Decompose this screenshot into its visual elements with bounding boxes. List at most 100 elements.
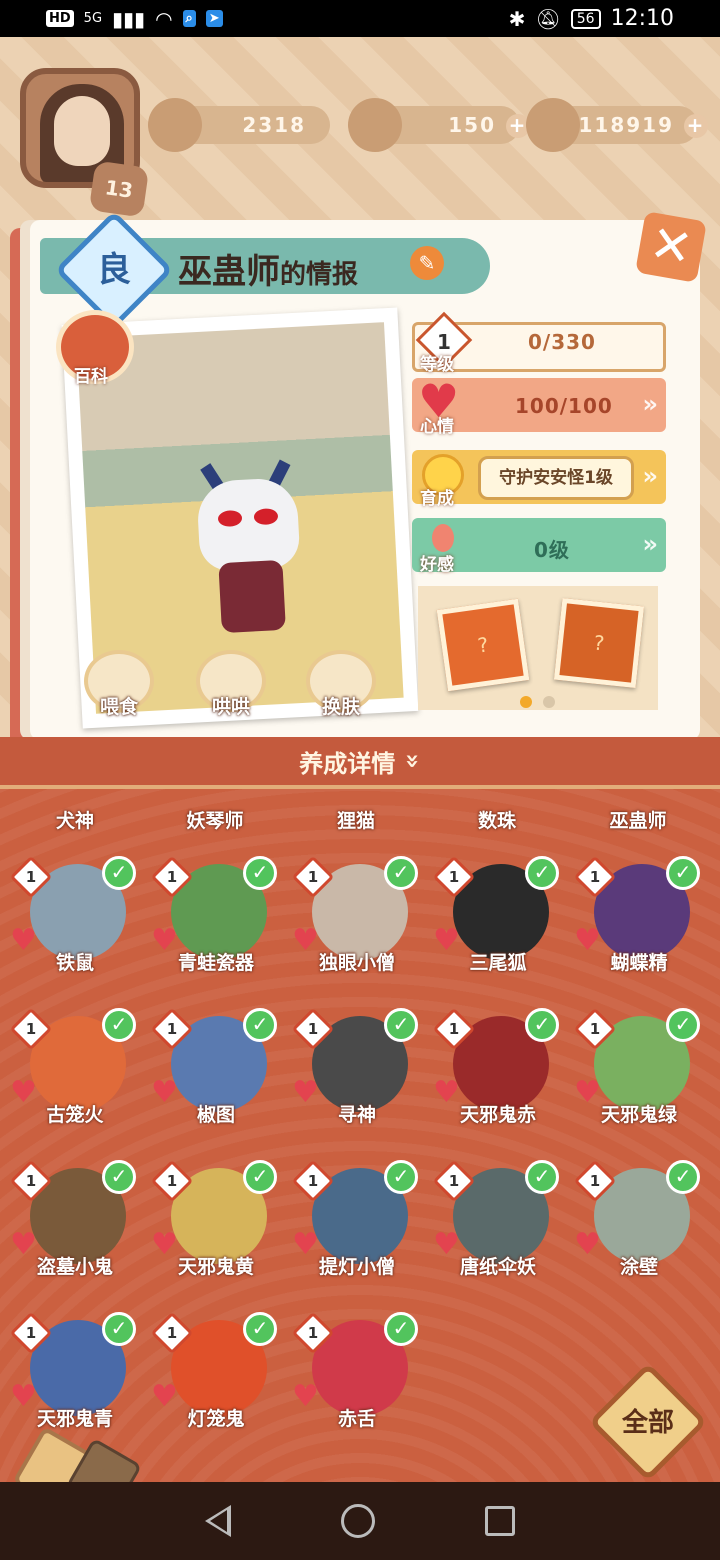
mood-value: 100/100 bbox=[515, 394, 613, 418]
monster-cell[interactable]: 1 ✓ ♥ 天邪鬼绿 bbox=[573, 1007, 704, 1138]
top-row-item[interactable]: 妖琴师 bbox=[150, 806, 280, 833]
check-icon: ✓ bbox=[102, 856, 136, 890]
monster-cell[interactable]: 1 ✓ ♥ 盗墓小鬼 bbox=[9, 1159, 140, 1290]
monster-body bbox=[218, 559, 286, 634]
exp-value: 0/330 bbox=[528, 330, 596, 354]
top-row-item[interactable]: 巫蛊师 bbox=[573, 806, 703, 833]
cell-level: 1 bbox=[589, 1020, 601, 1038]
feed-label: 喂食 bbox=[99, 696, 138, 718]
cell-name: 独眼小僧 bbox=[318, 952, 395, 974]
cell-level: 1 bbox=[25, 1324, 37, 1342]
cell-level: 1 bbox=[166, 1324, 178, 1342]
check-icon: ✓ bbox=[243, 856, 277, 890]
cell-level: 1 bbox=[307, 1324, 319, 1342]
mood-label: 心情 bbox=[420, 417, 454, 437]
favor-arrow-icon: » bbox=[642, 530, 658, 558]
add-coin-button[interactable]: + bbox=[684, 114, 708, 138]
home-icon[interactable] bbox=[341, 1504, 375, 1538]
panel-title: 养成详情 bbox=[299, 749, 396, 778]
page-dot-active[interactable] bbox=[520, 696, 532, 708]
monster-cell[interactable]: 1 ✓ ♥ 椒图 bbox=[150, 1007, 281, 1138]
app-notification-icon: ➤ bbox=[205, 10, 223, 27]
monster-cell[interactable]: 1 ✓ ♥ 涂壁 bbox=[573, 1159, 704, 1290]
monster-cell[interactable]: 1 ✓ ♥ 天邪鬼赤 bbox=[432, 1007, 563, 1138]
nurture-task: 守护安安怪1级 bbox=[478, 456, 634, 500]
monster-cell[interactable]: 1 ✓ ♥ 寻神 bbox=[291, 1007, 422, 1138]
cell-level: 1 bbox=[448, 1020, 460, 1038]
cell-name: 天邪鬼青 bbox=[36, 1408, 113, 1430]
check-icon: ✓ bbox=[243, 1008, 277, 1042]
level-label: 等级 bbox=[420, 355, 454, 375]
cell-name: 古笼火 bbox=[46, 1104, 104, 1126]
battery-icon: 56 bbox=[570, 8, 601, 29]
cell-name: 天邪鬼黄 bbox=[177, 1256, 254, 1278]
card-title: 巫蛊师的情报 bbox=[178, 244, 358, 293]
cell-level: 1 bbox=[307, 1172, 319, 1190]
cell-name: 灯笼鬼 bbox=[187, 1408, 245, 1430]
check-icon: ✓ bbox=[384, 1160, 418, 1194]
recent-apps-icon[interactable] bbox=[485, 1506, 515, 1536]
monster-cell[interactable]: 1 ✓ ♥ 天邪鬼黄 bbox=[150, 1159, 281, 1290]
signal-icon: ▮▮▮ bbox=[112, 6, 146, 31]
check-icon: ✓ bbox=[384, 1312, 418, 1346]
close-button[interactable]: ✕ bbox=[635, 211, 707, 283]
check-icon: ✓ bbox=[666, 856, 700, 890]
stamina-icon bbox=[348, 98, 402, 152]
monster-cell[interactable]: 1 ✓ ♥ 古笼火 bbox=[9, 1007, 140, 1138]
monster-cell[interactable]: 1 ✓ ♥ 蝴蝶精 bbox=[573, 855, 704, 986]
double-chevron-down-icon: » bbox=[398, 753, 427, 769]
monster-figure[interactable] bbox=[196, 459, 305, 642]
edit-name-button[interactable]: ✎ bbox=[410, 246, 444, 280]
panel-header[interactable]: 养成详情 » bbox=[0, 737, 720, 789]
stamina-counter: 150 + bbox=[348, 98, 530, 152]
cell-level: 1 bbox=[166, 868, 178, 886]
monster-cell[interactable]: 1 ✓ ♥ 灯笼鬼 bbox=[150, 1311, 281, 1442]
check-icon: ✓ bbox=[102, 1312, 136, 1346]
cell-level: 1 bbox=[307, 1020, 319, 1038]
status-left: HD 5G ▮▮▮ ◠ ⌕ ➤ bbox=[46, 7, 223, 31]
monster-cell[interactable]: 1 ✓ ♥ 青蛙瓷器 bbox=[150, 855, 281, 986]
check-icon: ✓ bbox=[666, 1160, 700, 1194]
monster-cell[interactable]: 1 ✓ ♥ 唐纸伞妖 bbox=[432, 1159, 563, 1290]
cell-level: 1 bbox=[307, 868, 319, 886]
coin-icon bbox=[526, 98, 580, 152]
check-icon: ✓ bbox=[102, 1160, 136, 1194]
cell-name: 天邪鬼赤 bbox=[459, 1104, 536, 1126]
back-icon[interactable] bbox=[205, 1505, 231, 1537]
coin-value: 118919 bbox=[578, 113, 674, 137]
monster-cell[interactable]: 1 ✓ ♥ 铁鼠 bbox=[9, 855, 140, 986]
monster-cell[interactable]: 1 ✓ ♥ 提灯小僧 bbox=[291, 1159, 422, 1290]
monster-cell[interactable]: 1 ✓ ♥ 独眼小僧 bbox=[291, 855, 422, 986]
all-filter-label: 全部 bbox=[621, 1408, 674, 1438]
resource-bar: 13 2318 150 + 118919 + bbox=[20, 60, 710, 218]
status-bar: HD 5G ▮▮▮ ◠ ⌕ ➤ ✱ 🔕︎ 56 12:10 bbox=[0, 0, 720, 37]
clock: 12:10 bbox=[610, 6, 674, 31]
monster-cell[interactable]: 1 ✓ ♥ 天邪鬼青 bbox=[9, 1311, 140, 1442]
top-row-item[interactable]: 犬神 bbox=[10, 806, 140, 833]
check-icon: ✓ bbox=[243, 1160, 277, 1194]
grade-label: 良 bbox=[97, 250, 131, 290]
monster-cell[interactable]: 1 ✓ ♥ 三尾狐 bbox=[432, 855, 563, 986]
cell-name: 青蛙瓷器 bbox=[177, 952, 254, 974]
top-row-item[interactable]: 狸猫 bbox=[291, 806, 421, 833]
cell-level: 1 bbox=[166, 1172, 178, 1190]
jade-value: 2318 bbox=[242, 113, 306, 137]
wifi-icon: ◠ bbox=[155, 6, 173, 31]
check-icon: ✓ bbox=[384, 1008, 418, 1042]
cell-name: 唐纸伞妖 bbox=[459, 1256, 536, 1278]
page-dot[interactable] bbox=[543, 696, 555, 708]
monster-cell[interactable]: 1 ✓ ♥ 赤舌 bbox=[291, 1311, 422, 1442]
navigation-bar bbox=[0, 1482, 720, 1560]
status-right: ✱ 🔕︎ 56 12:10 bbox=[509, 6, 674, 31]
mystery-reward-2[interactable]: ? bbox=[553, 597, 645, 689]
cell-level: 1 bbox=[589, 1172, 601, 1190]
check-icon: ✓ bbox=[384, 856, 418, 890]
cell-level: 1 bbox=[448, 868, 460, 886]
mystery-reward-1[interactable]: ? bbox=[436, 598, 530, 692]
bluetooth-icon: ✱ bbox=[508, 6, 526, 31]
coin-counter: 118919 + bbox=[526, 98, 708, 152]
search-app-icon: ⌕ bbox=[182, 10, 196, 27]
top-row-item[interactable]: 数珠 bbox=[432, 806, 562, 833]
jade-counter: 2318 bbox=[148, 98, 330, 152]
nurture-arrow-icon: » bbox=[642, 462, 658, 490]
